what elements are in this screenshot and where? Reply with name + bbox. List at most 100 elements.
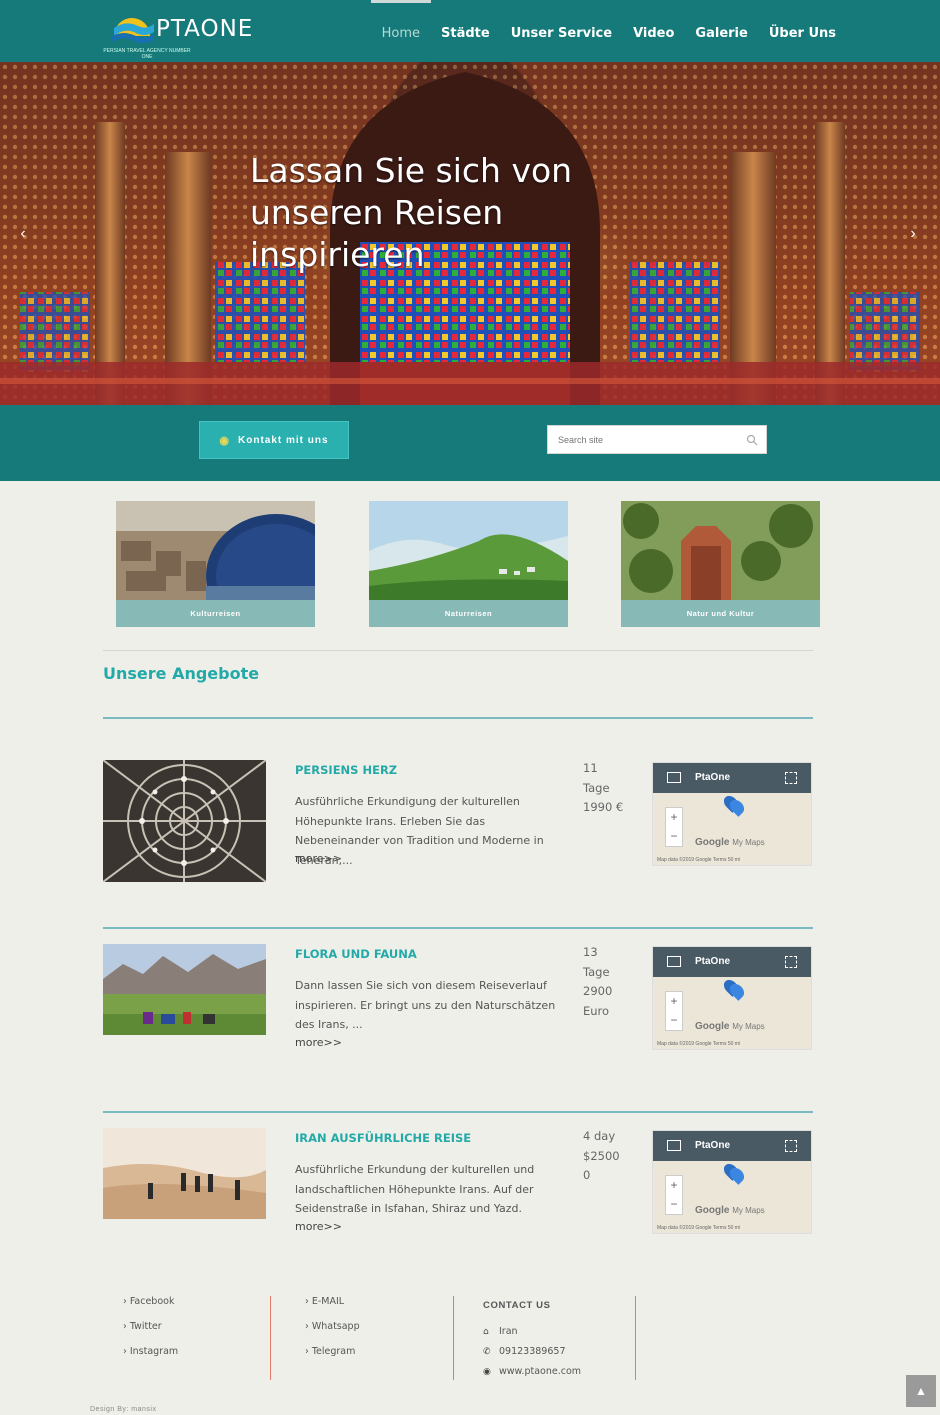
- price-line: Euro: [583, 1003, 610, 1018]
- offer-map[interactable]: PtaOne + − Google My Maps Map data ©2019 …: [652, 946, 812, 1050]
- category-label: Kulturreisen: [190, 609, 241, 618]
- category-label: Naturreisen: [444, 609, 493, 618]
- map-attribution: Map data ©2019 Google Terms 50 mi: [657, 857, 741, 863]
- site-header: PTAONE PERSIAN TRAVEL AGENCY NUMBER ONE …: [0, 0, 940, 62]
- category-card-naturreisen[interactable]: Naturreisen: [369, 501, 568, 627]
- category-card-natur-und-kultur[interactable]: Natur und Kultur: [621, 501, 820, 627]
- footer-link-whatsapp[interactable]: › Whatsapp: [305, 1321, 360, 1332]
- logo-sun-wave-icon: [112, 18, 154, 43]
- contact-heading: CONTACT US: [483, 1300, 551, 1311]
- footer-link-email[interactable]: › E-MAIL: [305, 1296, 360, 1307]
- slider-next-icon[interactable]: ›: [903, 222, 923, 246]
- fullscreen-icon[interactable]: [785, 772, 797, 784]
- nav-home[interactable]: Home: [370, 0, 432, 62]
- site-logo[interactable]: PTAONE PERSIAN TRAVEL AGENCY NUMBER ONE: [102, 4, 262, 60]
- price-line: 0: [583, 1168, 591, 1182]
- footer-messaging-links: › E-MAIL › Whatsapp › Telegram: [305, 1296, 360, 1380]
- category-card-kulturreisen[interactable]: Kulturreisen: [116, 501, 315, 627]
- naturreisen-image: [369, 501, 568, 600]
- map-zoom-control[interactable]: + −: [665, 1175, 683, 1215]
- map-header: PtaOne: [653, 1131, 811, 1161]
- section-title: Unsere Angebote: [103, 664, 260, 683]
- map-header: PtaOne: [653, 763, 811, 793]
- google-logo: Google My Maps: [695, 1205, 765, 1216]
- offer-description: Dann lassen Sie sich von diesem Reisever…: [295, 979, 556, 1031]
- footer-link-instagram[interactable]: › Instagram: [123, 1346, 178, 1357]
- fullscreen-icon[interactable]: [785, 956, 797, 968]
- map-zoom-control[interactable]: + −: [665, 991, 683, 1031]
- google-logo: Google My Maps: [695, 837, 765, 848]
- design-credit: Design By: mansix: [90, 1406, 157, 1413]
- map-panel-icon[interactable]: [667, 772, 681, 783]
- contact-button-label: Kontakt mit uns: [238, 434, 329, 446]
- contact-button[interactable]: ◉ Kontakt mit uns: [199, 421, 349, 459]
- offer-description: Ausführliche Erkundung der kulturellen u…: [295, 1163, 535, 1215]
- map-attribution: Map data ©2019 Google Terms 50 mi: [657, 1225, 741, 1231]
- offer-divider: [103, 1111, 813, 1113]
- footer-link-twitter[interactable]: › Twitter: [123, 1321, 178, 1332]
- category-label: Natur und Kultur: [686, 609, 755, 618]
- hero-slider: ‹ › Lassan Sie sich von unseren Reisen i…: [0, 62, 940, 406]
- map-panel-icon[interactable]: [667, 1140, 681, 1151]
- offer-price: 13 Tage 2900 Euro: [583, 943, 633, 1021]
- price-line: 11: [583, 761, 598, 775]
- contact-website[interactable]: ◉ www.ptaone.com: [483, 1366, 581, 1377]
- search-box: [547, 425, 767, 454]
- footer-link-facebook[interactable]: › Facebook: [123, 1296, 178, 1307]
- offer-map[interactable]: PtaOne + − Google My Maps Map data ©2019 …: [652, 1130, 812, 1234]
- offer-image-persiens-herz[interactable]: [103, 760, 266, 882]
- natur-und-kultur-image: [621, 501, 820, 600]
- offer-image-flora-und-fauna[interactable]: [103, 944, 266, 1035]
- fullscreen-icon[interactable]: [785, 1140, 797, 1152]
- map-zoom-control[interactable]: + −: [665, 807, 683, 847]
- offer-image-iran-ausfuehrliche-reise[interactable]: [103, 1128, 266, 1219]
- price-line: $2500: [583, 1148, 620, 1163]
- offer-title[interactable]: FLORA UND FAUNA: [295, 947, 417, 961]
- offer-title[interactable]: IRAN AUSFÜHRLICHE REISE: [295, 1131, 471, 1145]
- price-line: 4 day: [583, 1129, 616, 1143]
- nav-unser-service[interactable]: Unser Service: [511, 0, 612, 62]
- map-title: PtaOne: [695, 1140, 731, 1151]
- offer-title[interactable]: PERSIENS HERZ: [295, 763, 397, 777]
- offer-divider: [103, 927, 813, 929]
- price-line: 13: [583, 945, 598, 959]
- action-bar: ◉ Kontakt mit uns: [0, 405, 940, 481]
- section-divider: [103, 717, 813, 719]
- divider: [103, 650, 813, 651]
- search-icon[interactable]: [746, 434, 758, 446]
- map-header: PtaOne: [653, 947, 811, 977]
- map-panel-icon[interactable]: [667, 956, 681, 967]
- price-line: 1990 €: [583, 800, 624, 814]
- footer-divider: [635, 1296, 636, 1380]
- contact-location: ⌂ Iran: [483, 1326, 518, 1337]
- offer-price: 4 day $2500 0: [583, 1127, 633, 1186]
- offer-more-link[interactable]: more>>: [295, 1220, 342, 1233]
- search-input[interactable]: [548, 426, 728, 453]
- price-line: 2900: [583, 984, 613, 998]
- nav-video[interactable]: Video: [633, 0, 674, 62]
- footer-divider: [453, 1296, 454, 1380]
- offer-more-link[interactable]: more>>: [295, 1036, 342, 1049]
- globe-icon: ◉: [483, 1367, 491, 1377]
- nav-staedte[interactable]: Städte: [441, 0, 490, 62]
- footer-link-telegram[interactable]: › Telegram: [305, 1346, 360, 1357]
- scroll-to-top-button[interactable]: ▲: [906, 1375, 936, 1407]
- footer-social-links: › Facebook › Twitter › Instagram: [123, 1296, 178, 1380]
- price-line: Tage: [583, 964, 610, 979]
- map-attribution: Map data ©2019 Google Terms 50 mi: [657, 1041, 741, 1047]
- logo-text: PTAONE: [156, 16, 254, 42]
- kulturreisen-image: [116, 501, 315, 600]
- nav-ueber-uns[interactable]: Über Uns: [769, 0, 836, 62]
- contact-phone[interactable]: ✆ 09123389657: [483, 1346, 566, 1357]
- map-title: PtaOne: [695, 956, 731, 967]
- offer-map[interactable]: PtaOne + − Google My Maps Map data ©2019 …: [652, 762, 812, 866]
- hero-title: Lassan Sie sich von unseren Reisen inspi…: [250, 151, 573, 274]
- map-title: PtaOne: [695, 772, 731, 783]
- slider-prev-icon[interactable]: ‹: [13, 222, 33, 246]
- nav-galerie[interactable]: Galerie: [695, 0, 747, 62]
- phone-icon: ✆: [483, 1347, 491, 1357]
- offer-more-link[interactable]: more>>: [295, 852, 342, 865]
- logo-tagline: PERSIAN TRAVEL AGENCY NUMBER ONE: [103, 48, 191, 60]
- offer-price: 11 Tage 1990 €: [583, 759, 633, 818]
- google-logo: Google My Maps: [695, 1021, 765, 1032]
